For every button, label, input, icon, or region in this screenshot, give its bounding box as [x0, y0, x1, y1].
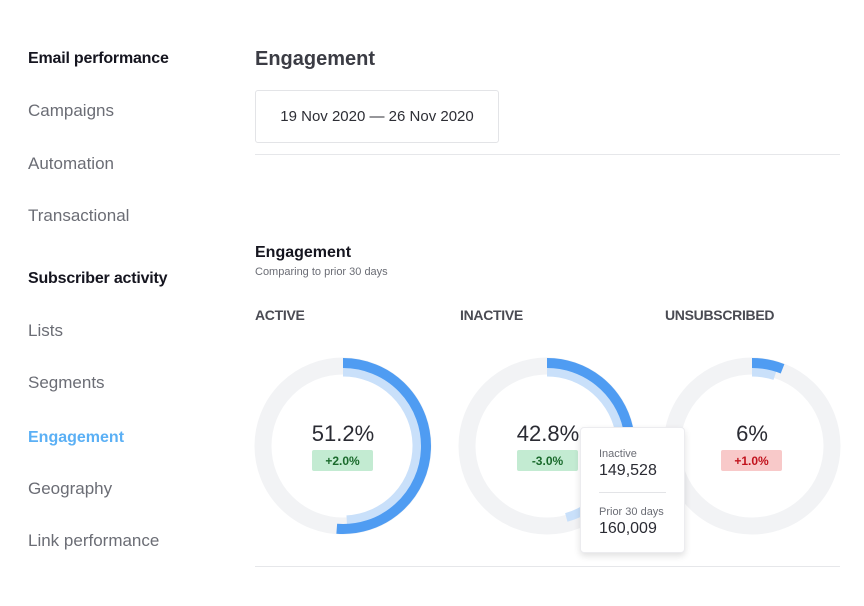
ring-tooltip: Inactive 149,528 Prior 30 days 160,009 [580, 427, 685, 553]
tooltip-divider [599, 492, 666, 493]
delta-badge-active: +2.0% [312, 450, 373, 471]
ring-value-unsubscribed: 6% [736, 421, 768, 446]
ring-current-arc-unsubscribed [751, 358, 785, 374]
ring-value-active: 51.2% [311, 421, 375, 446]
tooltip-label: Inactive [599, 448, 637, 460]
ring-prior-arc-unsubscribed [751, 367, 777, 380]
delta-badge-inactive: -3.0% [517, 450, 578, 471]
tooltip-value: 149,528 [599, 462, 657, 479]
engagement-rings [254, 357, 841, 535]
delta-badge-unsubscribed: +1.0% [721, 450, 782, 471]
tooltip-prior-value: 160,009 [599, 520, 657, 537]
tooltip-prior-label: Prior 30 days [599, 506, 664, 518]
